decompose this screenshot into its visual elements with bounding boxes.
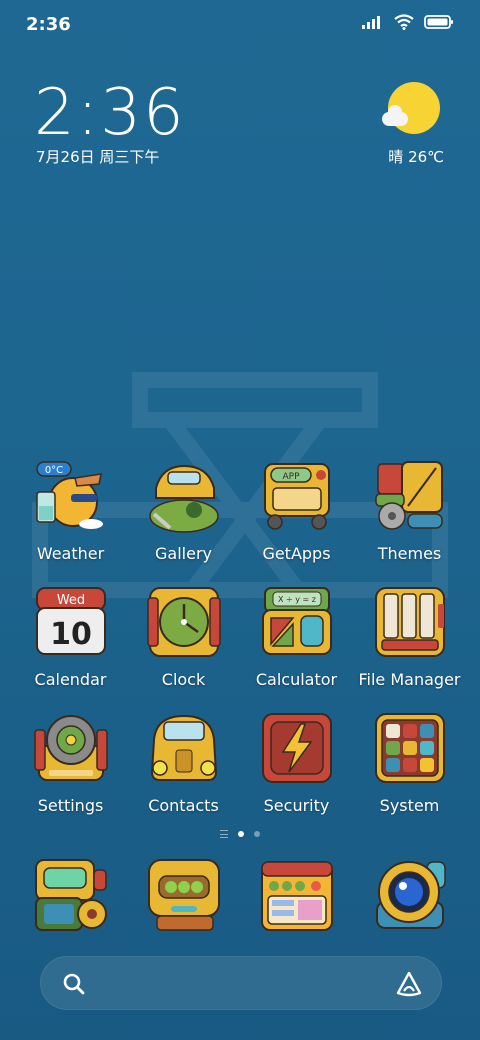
app-label: Contacts — [148, 796, 219, 815]
weather-widget-text: 晴 26℃ — [388, 148, 444, 166]
status-time: 2:36 — [26, 14, 71, 35]
app-label: Themes — [377, 544, 442, 563]
dock-camera[interactable] — [353, 854, 466, 938]
app-file-manager[interactable]: File Manager — [353, 582, 466, 708]
getapps-app-icon: APP — [263, 463, 330, 530]
app-grid: 0°C Weather Gallery APP GetApps Themes W… — [14, 456, 466, 834]
app-label: GetApps — [262, 544, 331, 563]
getapps-icon-text: APP — [282, 472, 300, 482]
weather-badge-text: 0°C — [44, 465, 62, 476]
wifi-icon — [394, 14, 414, 30]
app-getapps[interactable]: APP GetApps — [240, 456, 353, 582]
app-weather[interactable]: 0°C Weather — [14, 456, 127, 582]
weather-widget[interactable] — [382, 82, 444, 134]
security-app-icon — [261, 713, 332, 783]
app-label: Security — [263, 796, 330, 815]
app-label: Calendar — [34, 670, 107, 689]
assistant-icon[interactable] — [395, 970, 423, 998]
search-bar[interactable] — [40, 956, 442, 1010]
contacts-app-icon — [150, 714, 217, 781]
app-themes[interactable]: Themes — [353, 456, 466, 582]
camera-app-icon — [375, 861, 446, 929]
browser-app-icon — [260, 861, 333, 931]
app-label: System — [379, 796, 440, 815]
app-calendar[interactable]: Wed 10 Calendar — [14, 582, 127, 708]
app-contacts[interactable]: Contacts — [127, 708, 240, 834]
app-label: Weather — [36, 544, 105, 563]
settings-app-icon — [33, 715, 108, 781]
calculator-app-icon: X ÷ y = z — [261, 587, 332, 655]
page-dot — [254, 831, 260, 837]
calendar-day-text: 10 — [50, 617, 92, 652]
app-label: Clock — [161, 670, 206, 689]
phone-app-icon — [34, 859, 107, 931]
messages-app-icon — [147, 859, 220, 931]
app-gallery[interactable]: Gallery — [127, 456, 240, 582]
page-dot-active — [238, 831, 244, 837]
calendar-app-icon: Wed 10 — [35, 587, 106, 655]
signal-bars-icon — [362, 16, 380, 29]
calendar-weekday-text: Wed — [56, 593, 84, 608]
app-label: Gallery — [155, 544, 212, 563]
page-indicator[interactable] — [0, 830, 480, 838]
weather-app-icon: 0°C — [35, 461, 103, 529]
app-security[interactable]: Security — [240, 708, 353, 834]
calculator-icon-text: X ÷ y = z — [278, 595, 316, 604]
dock-messages[interactable] — [127, 854, 240, 938]
status-bar: 2:36 — [0, 0, 480, 48]
themes-app-icon — [374, 461, 443, 530]
app-label: Settings — [37, 796, 104, 815]
search-icon — [63, 973, 85, 995]
app-label: File Manager — [358, 670, 461, 689]
app-calculator[interactable]: X ÷ y = z Calculator — [240, 582, 353, 708]
app-clock[interactable]: Clock — [127, 582, 240, 708]
dock-phone[interactable] — [14, 854, 127, 938]
page-indicator-lines-icon — [220, 830, 228, 838]
dock-browser[interactable] — [240, 854, 353, 938]
sun-cloud-icon — [382, 82, 440, 134]
dock — [14, 854, 466, 938]
app-settings[interactable]: Settings — [14, 708, 127, 834]
system-folder-icon — [374, 713, 445, 783]
clock-widget-time[interactable]: 2:36 — [34, 76, 186, 150]
clock-widget-date: 7月26日 周三下午 — [36, 148, 160, 166]
gallery-app-icon — [148, 464, 219, 533]
file-manager-app-icon — [374, 587, 445, 657]
battery-icon — [424, 15, 453, 29]
app-system[interactable]: System — [353, 708, 466, 834]
app-label: Calculator — [255, 670, 338, 689]
clock-app-icon — [146, 587, 221, 657]
status-icons — [362, 14, 454, 30]
